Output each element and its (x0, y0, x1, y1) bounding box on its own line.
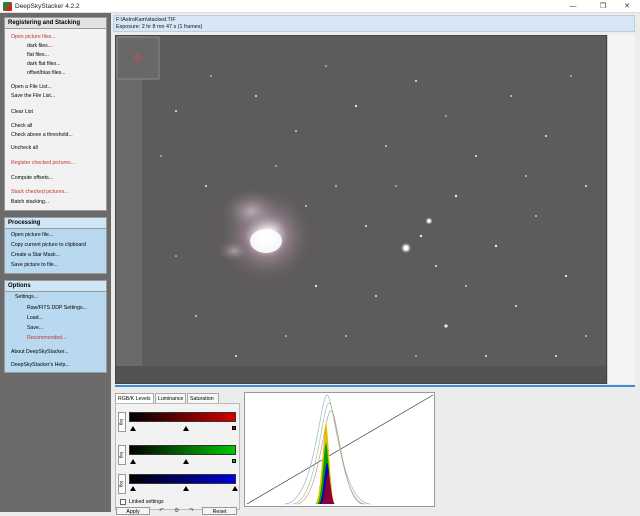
restore-button[interactable]: ❐ (590, 1, 616, 12)
options-title: Options (5, 281, 106, 292)
side-scroll-area[interactable] (607, 35, 635, 384)
load-settings-link[interactable]: Load... (27, 315, 43, 321)
recommended-settings-link[interactable]: Recommended... (27, 335, 67, 341)
apply-button[interactable]: Apply (116, 507, 150, 515)
processing-panel: Processing Open picture file... Copy cur… (4, 217, 107, 274)
open-picture-files-link[interactable]: Open picture files... (11, 34, 56, 40)
linked-settings-checkbox[interactable] (120, 499, 126, 505)
red-white-handle[interactable] (232, 426, 236, 430)
blue-mid-handle[interactable] (183, 486, 189, 491)
processing-title: Processing (5, 218, 106, 229)
green-mid-handle[interactable] (183, 459, 189, 464)
save-file-list-link[interactable]: Save the File List... (11, 93, 55, 99)
tab-saturation[interactable]: Saturation (187, 393, 219, 403)
raw-fits-settings-link[interactable]: Raw/FITS DDP Settings... (27, 305, 87, 311)
register-checked-link[interactable]: Register checked pictures... (11, 160, 75, 166)
batch-stacking-link[interactable]: Batch stacking... (11, 199, 49, 205)
settings-gear-icon[interactable]: ⚙ (174, 507, 179, 514)
tab-luminance[interactable]: Luminance (155, 393, 186, 403)
help-link[interactable]: DeepSkyStacker's Help... (11, 362, 70, 368)
dark-flat-files-link[interactable]: dark flat files... (27, 61, 60, 67)
red-mid-handle[interactable] (183, 426, 189, 431)
flat-files-link[interactable]: flat files... (27, 52, 49, 58)
red-gradient (129, 412, 236, 422)
red-black-handle[interactable] (130, 426, 136, 431)
close-button[interactable]: ✕ (614, 1, 640, 12)
about-link[interactable]: About DeepSkyStacker... (11, 349, 69, 355)
uncheck-all-link[interactable]: Uncheck all (11, 145, 38, 151)
blue-white-handle[interactable] (232, 486, 238, 491)
check-above-threshold-link[interactable]: Check above a threshold... (11, 132, 73, 138)
dark-files-link[interactable]: dark files... (27, 43, 52, 49)
histogram-panel (244, 392, 435, 507)
astro-image (116, 36, 606, 383)
blue-gradient (129, 474, 236, 484)
create-star-mask-link[interactable]: Create a Star Mask... (11, 252, 60, 258)
splitter[interactable] (115, 385, 635, 387)
save-settings-link[interactable]: Save... (27, 325, 43, 331)
minimize-button[interactable]: — (560, 1, 586, 12)
app-icon (3, 2, 12, 11)
green-black-handle[interactable] (130, 459, 136, 464)
open-file-list-link[interactable]: Open a File List... (11, 84, 52, 90)
redo-icon[interactable]: ↷ (189, 507, 194, 514)
sidebar: Registering and Stacking Open picture fi… (0, 13, 111, 512)
green-white-handle[interactable] (232, 459, 236, 463)
window-title: DeepSkyStacker 4.2.2 (15, 3, 80, 10)
registering-title: Registering and Stacking (5, 18, 106, 29)
reset-button[interactable]: Reset (202, 507, 237, 515)
offset-bias-files-link[interactable]: offset/bias files... (27, 70, 66, 76)
stack-checked-link[interactable]: Stack checked pictures... (11, 189, 69, 195)
clear-list-link[interactable]: Clear List (11, 109, 33, 115)
histogram-graph (246, 394, 434, 505)
log-green-button[interactable]: log (118, 445, 126, 465)
file-path: F:\AstroKam\stacked.TIF (116, 17, 176, 23)
linked-settings-label: Linked settings (129, 499, 164, 505)
info-bar: F:\AstroKam\stacked.TIF Exposure: 2 hr 8… (113, 15, 635, 32)
tab-rgb-levels[interactable]: RGB/K Levels (115, 393, 154, 403)
open-picture-file-link[interactable]: Open picture file... (11, 232, 53, 238)
save-picture-link[interactable]: Save picture to file... (11, 262, 58, 268)
image-view[interactable] (115, 35, 607, 384)
log-red-button[interactable]: log (118, 412, 126, 432)
compute-offsets-link[interactable]: Compute offsets... (11, 175, 53, 181)
log-blue-button[interactable]: log (118, 474, 126, 494)
green-gradient (129, 445, 236, 455)
registering-panel: Registering and Stacking Open picture fi… (4, 17, 107, 211)
check-all-link[interactable]: Check all (11, 123, 32, 129)
exposure-info: Exposure: 2 hr 8 mn 47 s (1 frames) (116, 24, 203, 30)
title-bar: DeepSkyStacker 4.2.2 — ❐ ✕ (0, 0, 640, 13)
main-area: F:\AstroKam\stacked.TIF Exposure: 2 hr 8… (111, 13, 640, 515)
settings-link[interactable]: Settings... (15, 294, 38, 300)
options-panel: Options Settings... Raw/FITS DDP Setting… (4, 280, 107, 373)
levels-panel: log log log Linked settings (115, 403, 240, 510)
blue-black-handle[interactable] (130, 486, 136, 491)
undo-icon[interactable]: ↶ (159, 507, 164, 514)
copy-to-clipboard-link[interactable]: Copy current picture to clipboard (11, 242, 86, 248)
